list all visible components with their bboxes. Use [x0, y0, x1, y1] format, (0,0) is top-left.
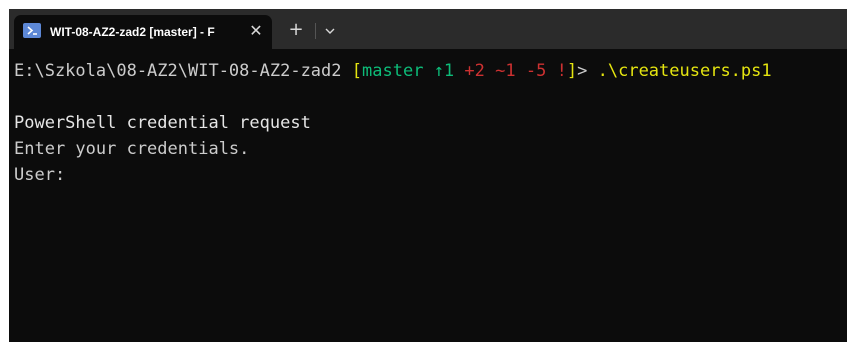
new-tab-button[interactable]: + — [285, 19, 307, 41]
git-branch: master — [362, 61, 424, 81]
git-added: +2 — [464, 61, 485, 81]
git-bang: ! — [556, 61, 567, 81]
tab-powershell[interactable]: WIT-08-AZ2-zad2 [master] - F ✕ — [14, 15, 272, 49]
powershell-icon — [23, 23, 41, 38]
close-icon[interactable]: ✕ — [246, 20, 266, 42]
git-close-bracket: ] — [566, 61, 578, 81]
output-line-1: PowerShell credential request — [14, 113, 311, 133]
prompt-path: E:\Szkola\08-AZ2\WIT-08-AZ2-zad2 — [14, 61, 342, 81]
title-bar: WIT-08-AZ2-zad2 [master] - F ✕ + — [9, 9, 847, 49]
output-line-2: Enter your credentials. — [14, 139, 250, 159]
divider — [315, 23, 316, 39]
prompt-line: E:\Szkola\08-AZ2\WIT-08-AZ2-zad2 [master… — [14, 58, 844, 84]
output-line-3: User: — [14, 165, 66, 185]
git-deleted: -5 — [525, 61, 547, 81]
command-text: .\createusers.ps1 — [597, 61, 772, 81]
chevron-down-icon[interactable] — [321, 21, 339, 41]
git-open-bracket: [ — [351, 61, 363, 81]
git-ahead: ↑1 — [433, 61, 455, 81]
tab-title: WIT-08-AZ2-zad2 [master] - F — [50, 25, 215, 39]
git-modified: ~1 — [495, 61, 516, 81]
prompt-gt: > — [577, 61, 588, 81]
terminal-window: WIT-08-AZ2-zad2 [master] - F ✕ + E:\Szko… — [9, 9, 847, 342]
terminal-content[interactable]: E:\Szkola\08-AZ2\WIT-08-AZ2-zad2 [master… — [14, 58, 844, 188]
